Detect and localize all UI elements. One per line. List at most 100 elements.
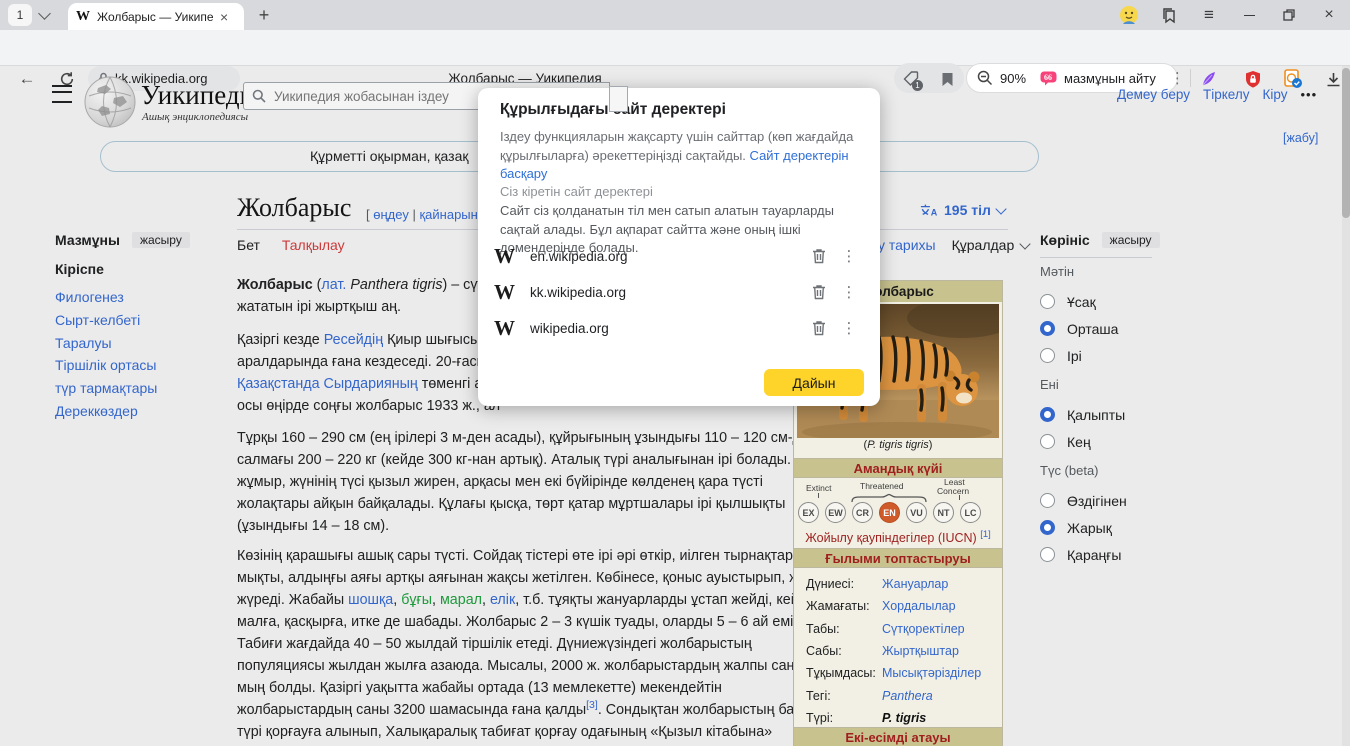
appearance-option[interactable]: Өздігінен [1040, 487, 1160, 514]
profile-avatar[interactable] [1112, 0, 1146, 30]
radio-unchecked[interactable] [1040, 294, 1055, 309]
appearance-option[interactable]: Жарық [1040, 514, 1160, 541]
toc-item[interactable]: Кіріспе [55, 261, 225, 289]
site-more-icon[interactable]: ⋮ [834, 319, 864, 337]
site-data-dialog: Құрылғыдағы сайт деректері Іздеу функция… [478, 88, 880, 406]
tab-close-icon[interactable]: × [220, 10, 228, 24]
status-link[interactable]: Жойылу қаупіндегілер [805, 531, 934, 545]
donate-link[interactable]: Демеу беру [1117, 87, 1190, 102]
radio-checked[interactable] [1040, 520, 1055, 535]
register-link[interactable]: Тіркелу [1203, 87, 1250, 102]
done-button[interactable]: Дайын [764, 369, 864, 396]
site-more-icon[interactable]: ⋮ [834, 247, 864, 265]
appearance-options: МәтінҰсақОрташаІріЕніҚалыптыКеңТүс (beta… [1040, 264, 1160, 568]
article-line: мың болды. Қазіргі уақытта жабайы ортада… [237, 677, 797, 699]
taxonomy-label: Тегі: [806, 689, 882, 703]
article-line: Көзінің қарашығы ашық сары түсті. Сойдақ… [237, 545, 797, 567]
toc-item[interactable]: Филогенез [55, 289, 225, 312]
toc-item[interactable]: түр тармақтары [55, 380, 225, 403]
taxonomy-value[interactable]: Жыртқыштар [882, 644, 959, 658]
article-link[interactable]: бұғы [401, 592, 432, 608]
toc-item[interactable]: Таралуы [55, 335, 225, 358]
toc-hide-button[interactable]: жасыру [132, 232, 190, 248]
extension-feather-icon[interactable] [1198, 69, 1220, 89]
conservation-scale: EXEWCRENVUNTLC [798, 502, 981, 523]
downloads-icon[interactable] [1322, 69, 1344, 89]
edit-link[interactable]: өңдеу [373, 207, 409, 222]
window-close-button[interactable]: × [1312, 0, 1346, 30]
appearance-option-label: Орташа [1067, 321, 1118, 337]
window-minimize-button[interactable] [1232, 0, 1266, 30]
tab-talk[interactable]: Талқылау [282, 237, 345, 253]
article-text: , [432, 592, 440, 608]
tab-groups-icon[interactable] [1152, 0, 1186, 30]
article-link[interactable]: марал [440, 592, 482, 608]
tab-list-chevron-icon[interactable] [40, 9, 49, 18]
article-link[interactable]: Қазақстанда [237, 376, 320, 392]
status-suffix[interactable]: (IUCN) [938, 531, 977, 545]
header-more-icon[interactable]: ••• [1300, 87, 1317, 102]
appearance-hide-button[interactable]: жасыру [1102, 232, 1160, 248]
view-history-link[interactable]: у тарихы [878, 237, 936, 253]
article-link[interactable]: [3] [586, 699, 598, 711]
radio-checked[interactable] [1040, 321, 1055, 336]
radio-unchecked[interactable] [1040, 493, 1055, 508]
login-link[interactable]: Кіру [1262, 87, 1287, 102]
read-aloud-icon[interactable]: 66 [1040, 71, 1057, 86]
pill-more-icon[interactable]: ⋮ [1170, 69, 1185, 87]
article-text: жолақтары айқын байқалады. Құлағы қысқа,… [237, 496, 785, 512]
radio-checked[interactable] [1040, 407, 1055, 422]
article-text: малға, қасқырға, итке де шабады. Жолбары… [237, 614, 823, 630]
site-more-icon[interactable]: ⋮ [834, 283, 864, 301]
appearance-option[interactable]: Орташа [1040, 315, 1160, 342]
radio-unchecked[interactable] [1040, 547, 1055, 562]
article-link[interactable]: Сырдарияның [324, 376, 418, 392]
article-link[interactable]: лат. [321, 277, 346, 293]
article-text: мың болды. Қазіргі уақытта жабайы ортада… [237, 680, 722, 696]
bookmark-icon[interactable] [936, 69, 958, 89]
browser-tab[interactable]: W Жолбарыс — Уикипед × [68, 3, 244, 30]
toc-item[interactable]: Тіршілік ортасы [55, 357, 225, 380]
toc-item[interactable]: Дереккөздер [55, 403, 225, 426]
back-icon[interactable]: ← [16, 69, 38, 89]
appearance-option[interactable]: Қалыпты [1040, 401, 1160, 428]
image-caption: (P. tigris tigris) [794, 439, 1002, 451]
taxonomy-value[interactable]: Сүтқоректілер [882, 622, 965, 636]
taxonomy-value[interactable]: Panthera [882, 689, 933, 703]
appearance-option[interactable]: Ұсақ [1040, 288, 1160, 315]
separator: | [412, 207, 415, 222]
search-button-fragment[interactable] [609, 86, 628, 112]
extension-shield-icon[interactable] [1242, 69, 1264, 89]
radio-unchecked[interactable] [1040, 348, 1055, 363]
wiki-menu-icon[interactable] [52, 85, 72, 103]
appearance-option[interactable]: Кең [1040, 428, 1160, 455]
sitenotice-close-link[interactable]: [жабу] [1283, 131, 1318, 145]
zoom-level[interactable]: 90% [1000, 71, 1026, 86]
article-link[interactable]: елік [490, 592, 515, 608]
read-aloud-label[interactable]: мазмұнын айту [1064, 71, 1156, 86]
scrollbar-thumb[interactable] [1342, 68, 1350, 218]
appearance-option[interactable]: Қараңғы [1040, 541, 1160, 568]
article-link[interactable]: Ресейдің [324, 332, 383, 348]
status-ref-link[interactable]: [1] [980, 529, 991, 540]
article-link[interactable]: шошқа [348, 592, 393, 608]
browser-menu-icon[interactable]: ≡ [1192, 0, 1226, 30]
window-restore-button[interactable] [1272, 0, 1306, 30]
tools-menu[interactable]: Құралдар [952, 237, 1030, 253]
taxonomy-value[interactable]: Мысықтәрізділер [882, 666, 981, 680]
extension-translator-icon[interactable] [1282, 69, 1304, 89]
zoom-out-magnifier-icon[interactable] [977, 70, 993, 86]
tab-counter[interactable]: 1 [8, 4, 32, 26]
taxonomy-value[interactable]: Хордалылар [882, 599, 956, 613]
wikipedia-globe-logo[interactable] [84, 76, 136, 133]
delete-site-icon[interactable] [804, 284, 834, 300]
delete-site-icon[interactable] [804, 320, 834, 336]
toc-item[interactable]: Сырт-келбеті [55, 312, 225, 335]
tab-page[interactable]: Бет [237, 237, 260, 253]
taxonomy-value[interactable]: Жануарлар [882, 577, 948, 591]
language-selector[interactable]: A 195 тіл [920, 202, 1005, 218]
appearance-option[interactable]: Ірі [1040, 342, 1160, 369]
new-tab-button[interactable]: + [252, 3, 276, 27]
radio-unchecked[interactable] [1040, 434, 1055, 449]
delete-site-icon[interactable] [804, 248, 834, 264]
